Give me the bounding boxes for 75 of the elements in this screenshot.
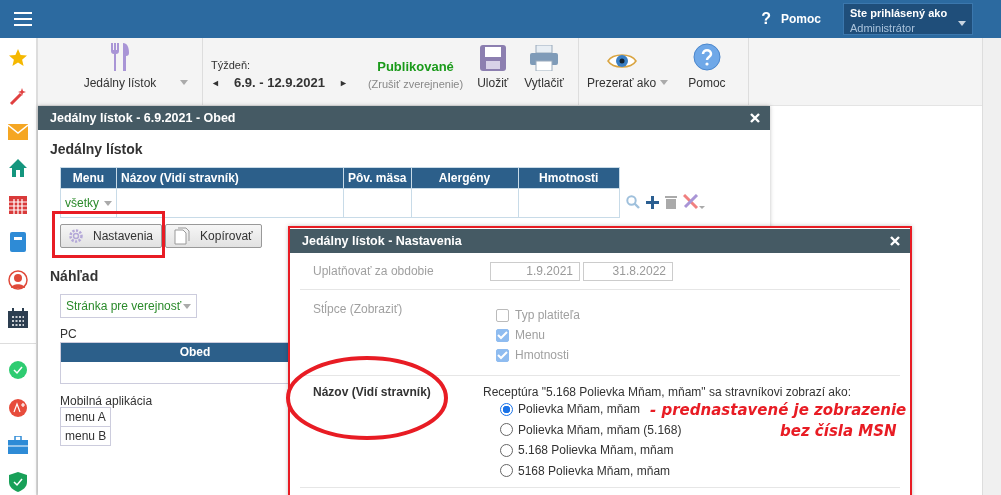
audience-dropdown[interactable]: Stránka pre verejnosť	[60, 294, 197, 318]
fork-knife-icon	[109, 43, 131, 71]
settings-button[interactable]: Nastavenia	[60, 224, 163, 248]
house-icon[interactable]	[8, 158, 28, 178]
section-title: Náhľad	[50, 267, 99, 285]
gear-icon	[69, 229, 83, 243]
trash-icon[interactable]	[665, 195, 677, 209]
column-header: Menu	[60, 167, 117, 189]
tools-icon[interactable]	[683, 194, 705, 210]
radio-label: Polievka Mňam, mňam	[518, 402, 641, 417]
help-button[interactable]: Pomoc	[688, 43, 726, 90]
column-header: Názov (Vidí stravník)	[116, 167, 344, 189]
field-label: Stĺpce (Zobraziť)	[313, 302, 403, 316]
checkbox[interactable]	[496, 308, 509, 322]
shield-icon[interactable]	[9, 472, 27, 492]
caret-icon	[180, 80, 188, 85]
field-label: Názov (Vidí stravník)	[313, 385, 431, 399]
checkbox[interactable]	[496, 348, 509, 362]
previous-week-button[interactable]: ◄	[211, 77, 220, 88]
printer-icon	[530, 45, 558, 71]
preview-label: PC	[60, 326, 77, 342]
star-icon[interactable]	[8, 48, 28, 68]
caret-icon	[958, 21, 966, 26]
dialog-title: Jedálny lístok - 6.9.2021 - Obed	[50, 111, 236, 125]
radio-label: 5168 Polievka Mňam, mňam	[518, 463, 671, 478]
checkbox-label: Typ platiteľa	[515, 308, 580, 322]
briefcase-icon[interactable]	[8, 436, 28, 454]
save-button[interactable]: Uložiť	[477, 45, 509, 90]
week-label: Týždeň:	[211, 59, 252, 71]
scrollbar[interactable]	[982, 38, 1001, 495]
plus-icon[interactable]	[646, 195, 659, 209]
view-as-dropdown[interactable]: Prezerať ako	[587, 51, 657, 90]
print-button[interactable]: Vytlačiť	[524, 45, 564, 90]
column-header: Alergény	[411, 167, 518, 189]
annotation-note: bez čísla MSN	[780, 422, 897, 440]
help-link[interactable]: Pomoc	[781, 12, 821, 26]
column-header: Hmotnosti	[518, 167, 620, 189]
radio-label: 5.168 Polievka Mňam, mňam	[518, 443, 674, 458]
publish-status: Publikované	[377, 59, 454, 74]
user-dropdown[interactable]: Ste prihlásený ako Administrátor	[843, 3, 973, 35]
help-icon	[692, 43, 721, 71]
close-icon[interactable]	[750, 113, 760, 123]
eye-icon	[606, 51, 637, 71]
preview-label: Mobilná aplikácia	[60, 394, 153, 408]
grid-icon[interactable]	[9, 196, 27, 214]
help-icon[interactable]: ?	[761, 10, 771, 28]
radio-button[interactable]	[500, 402, 513, 416]
check-circle-icon[interactable]	[8, 360, 28, 380]
radio-label: Polievka Mňam, mňam (5.168)	[518, 422, 682, 437]
checkbox-label: Menu	[515, 328, 546, 342]
checkbox[interactable]	[496, 328, 509, 342]
week-range: 6.9. - 12.9.2021	[233, 75, 325, 90]
caret-icon	[104, 200, 112, 206]
person-icon[interactable]	[8, 270, 28, 290]
caret-icon	[660, 80, 669, 85]
checkbox-label: Hmotnosti	[515, 348, 570, 362]
menu-icon[interactable]	[14, 12, 32, 26]
close-icon[interactable]	[890, 236, 900, 246]
section-title: Jedálny lístok	[50, 140, 143, 158]
grade-circle-icon[interactable]	[8, 398, 28, 418]
description-text: Receptúra "5.168 Polievka Mňam, mňam" sa stravníkovi zobrazí ako:	[483, 385, 852, 399]
calendar-icon[interactable]	[8, 308, 28, 328]
copy-button[interactable]: Kopírovať	[165, 224, 262, 248]
envelope-icon[interactable]	[8, 124, 28, 140]
next-week-button[interactable]: ►	[339, 77, 348, 88]
magic-wand-icon[interactable]	[8, 86, 28, 106]
search-icon[interactable]	[626, 195, 640, 209]
notebook-icon[interactable]	[10, 232, 26, 252]
caret-icon	[183, 303, 191, 309]
annotation-note: - prednastavené je zobrazenie	[650, 401, 907, 419]
dialog-title: Jedálny lístok - Nastavenia	[302, 234, 462, 248]
field-label: Uplatňovať za obdobie	[313, 264, 434, 278]
menu-type-dropdown[interactable]: Jedálny lístok	[83, 43, 157, 90]
column-header: Pôv. mäsa	[343, 167, 411, 189]
document-icon	[174, 227, 191, 245]
